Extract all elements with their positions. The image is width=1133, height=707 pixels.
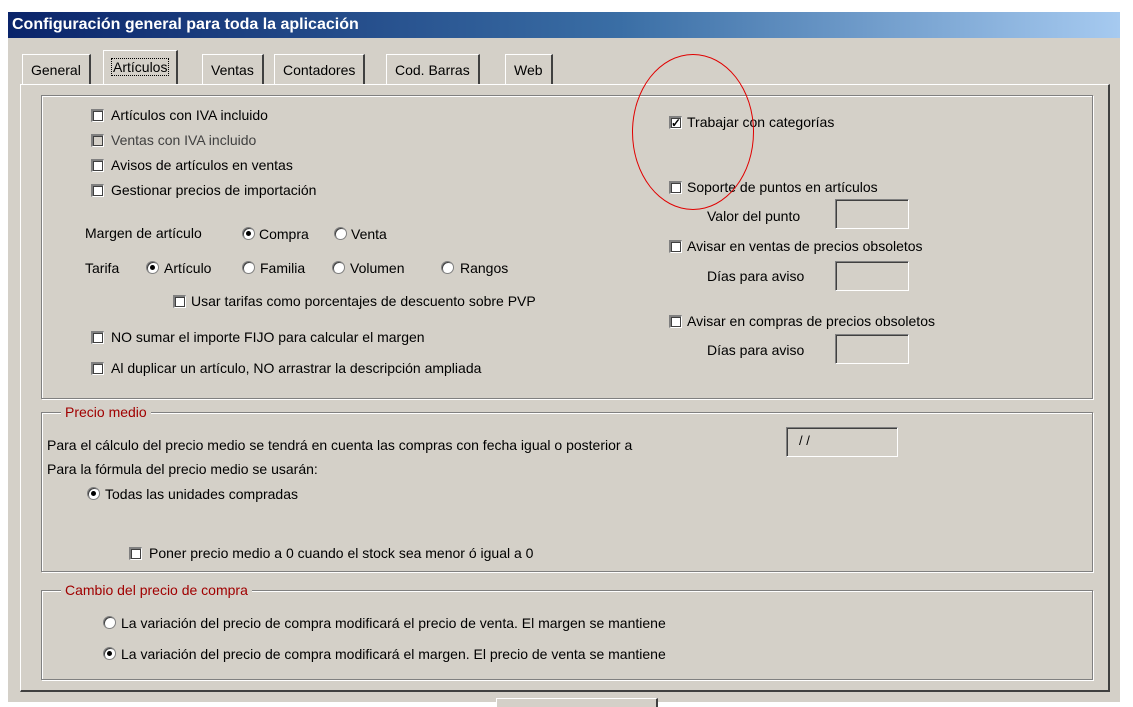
tarifa-familia-radio[interactable]: [242, 261, 255, 274]
margen-venta-radio[interactable]: [334, 227, 347, 240]
todas-unidades-label: Todas las unidades compradas: [105, 486, 299, 502]
formula-label: Para la fórmula del precio medio se usar…: [47, 461, 318, 477]
tarifa-rangos-label: Rangos: [460, 260, 509, 276]
tab-contadores[interactable]: Contadores: [274, 54, 366, 84]
valor-punto-input[interactable]: [835, 199, 909, 229]
ventas-iva-label: Ventas con IVA incluido: [111, 132, 257, 148]
tab-ventas[interactable]: Ventas: [202, 54, 264, 84]
margen-label: Margen de artículo: [85, 225, 202, 241]
tab-label: Web: [514, 62, 543, 78]
tarifa-label: Tarifa: [85, 260, 120, 276]
todas-unidades-radio[interactable]: [87, 487, 100, 500]
tab-label: Ventas: [211, 62, 254, 78]
al-duplicar-checkbox[interactable]: [91, 362, 104, 375]
tab-web[interactable]: Web: [505, 54, 553, 84]
margen-venta-label: Venta: [351, 226, 387, 242]
fecha-input[interactable]: / /: [786, 427, 898, 457]
tab-general[interactable]: General: [22, 54, 91, 84]
tarifa-volumen-radio[interactable]: [332, 261, 345, 274]
modificar-venta-label: La variación del precio de compra modifi…: [121, 615, 666, 631]
cambio-precio-group: [41, 590, 1093, 680]
tarifa-rangos-radio[interactable]: [441, 261, 454, 274]
avisar-ventas-checkbox[interactable]: [669, 240, 682, 253]
window-title: Configuración general para toda la aplic…: [8, 12, 1120, 38]
tab-label: Contadores: [283, 62, 356, 78]
annotation-circle: [632, 54, 754, 210]
tarifa-familia-label: Familia: [260, 260, 306, 276]
tarifa-volumen-label: Volumen: [350, 260, 405, 276]
avisos-articulos-checkbox[interactable]: [91, 159, 104, 172]
precio-medio-legend: Precio medio: [61, 404, 151, 420]
avisar-ventas-label: Avisar en ventas de precios obsoletos: [687, 238, 923, 254]
tab-articulos[interactable]: Artículos: [103, 50, 179, 84]
usar-tarifas-label: Usar tarifas como porcentajes de descuen…: [191, 293, 536, 309]
poner-cero-label: Poner precio medio a 0 cuando el stock s…: [149, 545, 534, 561]
dias-aviso-compras-label: Días para aviso: [707, 342, 805, 358]
avisar-compras-label: Avisar en compras de precios obsoletos: [687, 313, 935, 329]
dias-aviso-ventas-label: Días para aviso: [707, 268, 805, 284]
usar-tarifas-checkbox[interactable]: [173, 295, 186, 308]
tarifa-articulo-radio[interactable]: [146, 261, 159, 274]
cambio-precio-legend: Cambio del precio de compra: [61, 582, 252, 598]
ventas-iva-checkbox[interactable]: [91, 134, 104, 147]
dias-aviso-ventas-input[interactable]: [835, 261, 909, 291]
iva-incluido-checkbox[interactable]: [91, 109, 104, 122]
iva-incluido-label: Artículos con IVA incluido: [111, 107, 268, 123]
tab-cod-barras[interactable]: Cod. Barras: [386, 54, 480, 84]
precios-importacion-checkbox[interactable]: [91, 184, 104, 197]
margen-compra-label: Compra: [259, 226, 309, 242]
modificar-margen-label: La variación del precio de compra modifi…: [121, 646, 666, 662]
avisar-compras-checkbox[interactable]: [669, 315, 682, 328]
precios-importacion-label: Gestionar precios de importación: [111, 182, 317, 198]
poner-cero-checkbox[interactable]: [129, 547, 142, 560]
tab-label: Artículos: [110, 58, 170, 76]
margen-compra-radio[interactable]: [242, 227, 255, 240]
tab-panel-articulos: Artículos con IVA incluido Ventas con IV…: [20, 84, 1110, 692]
valor-punto-label: Valor del punto: [707, 208, 801, 224]
no-sumar-fijo-label: NO sumar el importe FIJO para calcular e…: [111, 329, 425, 345]
dias-aviso-compras-input[interactable]: [835, 334, 909, 364]
modificar-margen-radio[interactable]: [103, 647, 116, 660]
calculo-fecha-label: Para el cálculo del precio medio se tend…: [47, 437, 633, 453]
al-duplicar-label: Al duplicar un artículo, NO arrastrar la…: [111, 360, 482, 376]
no-sumar-fijo-checkbox[interactable]: [91, 331, 104, 344]
tab-label: General: [31, 62, 81, 78]
modificar-venta-radio[interactable]: [103, 616, 116, 629]
tab-label: Cod. Barras: [395, 62, 470, 78]
avisos-articulos-label: Avisos de artículos en ventas: [111, 157, 293, 173]
bottom-button-partial[interactable]: [496, 698, 658, 707]
tarifa-articulo-label: Artículo: [164, 260, 212, 276]
